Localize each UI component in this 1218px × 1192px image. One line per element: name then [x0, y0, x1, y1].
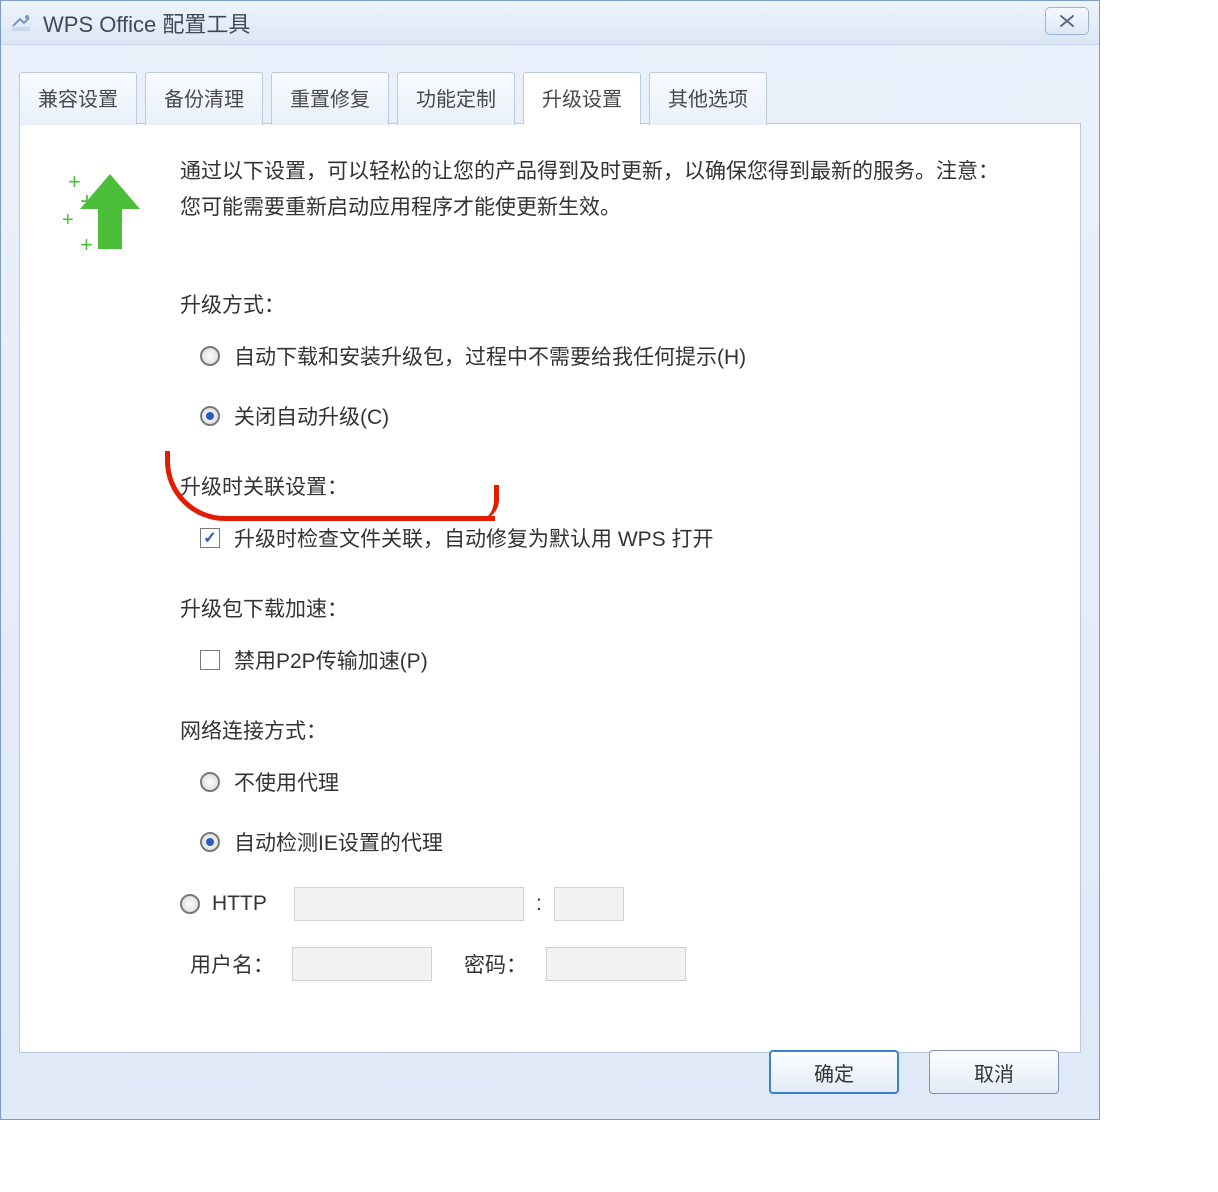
- checkbox-p2p[interactable]: [200, 650, 220, 670]
- cancel-button[interactable]: 取消: [929, 1050, 1059, 1094]
- upgrade-description: 通过以下设置，可以轻松的让您的产品得到及时更新，以确保您得到最新的服务。注意：您…: [180, 154, 1000, 225]
- radio-auto-label: 自动下载和安装升级包，过程中不需要给我任何提示(H): [234, 341, 746, 371]
- app-icon: [9, 11, 33, 35]
- close-button[interactable]: [1045, 7, 1089, 35]
- ok-button[interactable]: 确定: [769, 1050, 899, 1094]
- username-input[interactable]: [292, 947, 432, 981]
- proxy-http-row: HTTP :: [180, 887, 1050, 921]
- svg-text:+: +: [80, 232, 93, 257]
- radio-no-proxy-label: 不使用代理: [234, 767, 339, 797]
- tab-compat[interactable]: 兼容设置: [19, 72, 137, 125]
- assoc-option[interactable]: 升级时检查文件关联，自动修复为默认用 WPS 打开: [200, 523, 1050, 553]
- svg-text:+: +: [62, 209, 74, 231]
- radio-http-label: HTTP: [212, 892, 282, 916]
- proxy-none[interactable]: 不使用代理: [200, 767, 1050, 797]
- tab-backup[interactable]: 备份清理: [145, 72, 263, 125]
- tab-upgrade[interactable]: 升级设置: [523, 72, 641, 125]
- titlebar: WPS Office 配置工具: [1, 1, 1099, 45]
- username-label: 用户名：: [190, 949, 280, 979]
- radio-no-proxy[interactable]: [200, 772, 220, 792]
- password-label: 密码：: [464, 949, 534, 979]
- tab-bar: 兼容设置 备份清理 重置修复 功能定制 升级设置 其他选项: [19, 71, 1081, 124]
- proxy-ie[interactable]: 自动检测IE设置的代理: [200, 827, 1050, 857]
- panel-upgrade: + + + + 通过以下设置，可以轻松的让您的产品得到及时更新，以确保您得到最新…: [19, 123, 1081, 1053]
- tab-custom[interactable]: 功能定制: [397, 72, 515, 125]
- tab-other[interactable]: 其他选项: [649, 72, 767, 125]
- password-input[interactable]: [546, 947, 686, 981]
- radio-off-label: 关闭自动升级(C): [234, 401, 389, 431]
- svg-text:+: +: [80, 188, 94, 215]
- dialog-buttons: 确定 取消: [769, 1050, 1059, 1094]
- radio-off[interactable]: [200, 406, 220, 426]
- config-window: WPS Office 配置工具 兼容设置 备份清理 重置修复 功能定制 升级设置…: [0, 0, 1100, 1120]
- window-title: WPS Office 配置工具: [43, 7, 250, 39]
- network-title: 网络连接方式：: [180, 715, 1050, 745]
- checkbox-assoc-label: 升级时检查文件关联，自动修复为默认用 WPS 打开: [234, 523, 714, 553]
- radio-ie-proxy[interactable]: [200, 832, 220, 852]
- checkbox-assoc[interactable]: [200, 528, 220, 548]
- upgrade-arrow-icon: + + + +: [50, 154, 160, 264]
- upgrade-mode-auto[interactable]: 自动下载和安装升级包，过程中不需要给我任何提示(H): [200, 341, 1050, 371]
- http-port-input[interactable]: [554, 887, 624, 921]
- upgrade-mode-off[interactable]: 关闭自动升级(C): [200, 401, 1050, 431]
- radio-auto[interactable]: [200, 346, 220, 366]
- svg-text:+: +: [68, 169, 81, 194]
- accel-option[interactable]: 禁用P2P传输加速(P): [200, 645, 1050, 675]
- radio-ie-proxy-label: 自动检测IE设置的代理: [234, 827, 443, 857]
- http-colon: :: [536, 892, 542, 916]
- checkbox-p2p-label: 禁用P2P传输加速(P): [234, 645, 428, 675]
- upgrade-mode-title: 升级方式：: [180, 289, 1050, 319]
- assoc-title: 升级时关联设置：: [180, 471, 1050, 501]
- http-host-input[interactable]: [294, 887, 524, 921]
- accel-title: 升级包下载加速：: [180, 593, 1050, 623]
- tab-reset[interactable]: 重置修复: [271, 72, 389, 125]
- radio-http-proxy[interactable]: [180, 894, 200, 914]
- credentials-row: 用户名： 密码：: [190, 947, 1050, 981]
